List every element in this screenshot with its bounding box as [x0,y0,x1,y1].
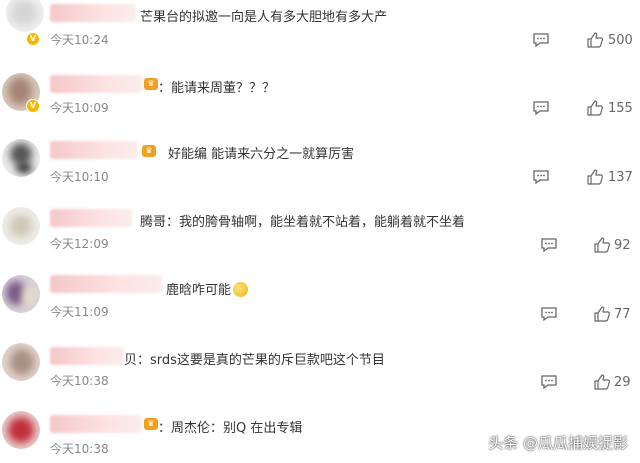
username[interactable] [50,347,124,365]
like-icon[interactable] [586,31,604,49]
reply-icon[interactable] [532,100,550,116]
comment-item: V ♛ ：能请来周董？？？ 今天10:09 155 [0,65,640,133]
reply-icon[interactable] [532,32,550,48]
reply-icon[interactable] [532,169,550,185]
like-icon[interactable] [593,305,611,323]
username[interactable] [50,275,162,293]
username[interactable] [50,4,136,22]
like-icon[interactable] [586,99,604,117]
comment-text: 腾哥：我的胯骨轴啊，能坐着就不站着，能躺着就不坐着 [140,215,466,230]
level-badge-icon: ♛ [144,418,158,430]
username[interactable] [50,141,138,159]
reply-icon[interactable] [540,237,558,253]
comment-item: 鹿晗咋可能 今天11:09 77 [0,267,640,335]
comment-item: 腾哥：我的胯骨轴啊，能坐着就不站着，能躺着就不坐着 今天12:09 92 [0,201,640,267]
verified-badge-icon: V [26,99,40,113]
like-icon[interactable] [593,236,611,254]
comment-time: 今天10:09 [50,101,109,115]
like-count: 29 [614,375,631,390]
watermark: 头条 @瓜瓜捕娱捉影 [488,434,628,452]
level-badge-icon: ♛ [144,78,158,90]
like-count: 500 [608,33,633,48]
avatar[interactable] [2,343,40,381]
comment-item: V 芒果台的拟邀一向是人有多大胆地有多大产 今天10:24 500 [0,0,640,65]
comment-text: ：周杰伦：别Q 在出专辑 [158,421,303,436]
comment-text: ：能请来周董？？？ [158,81,276,96]
comment-text-content: 鹿晗咋可能 [166,283,232,298]
comment-item: 贝：srds这要是真的芒果的斥巨款吧这个节目 今天10:38 29 [0,335,640,403]
verified-badge-icon: V [26,32,40,46]
avatar[interactable] [2,139,40,177]
comment-time: 今天10:38 [50,442,109,456]
username[interactable] [50,75,142,93]
like-icon[interactable] [586,168,604,186]
comment-text: 贝：srds这要是真的芒果的斥巨款吧这个节目 [124,353,385,368]
avatar[interactable] [2,275,40,313]
comment-time: 今天12:09 [50,237,109,251]
reply-icon[interactable] [540,306,558,322]
username[interactable] [50,209,132,227]
comment-text: 鹿晗咋可能 [166,279,249,298]
level-badge-icon: ♛ [142,145,156,157]
reply-icon[interactable] [540,374,558,390]
like-count: 155 [608,101,633,116]
avatar[interactable] [2,411,40,449]
emoji-icon [233,282,249,297]
username[interactable] [50,415,142,433]
comment-item: ♛ 好能编 能请来六分之一就算厉害 今天10:10 137 [0,133,640,201]
avatar[interactable] [6,0,44,32]
like-icon[interactable] [593,373,611,391]
like-count: 137 [608,170,633,185]
comment-time: 今天10:24 [50,33,109,47]
comment-time: 今天10:10 [50,170,109,184]
comment-text: 芒果台的拟邀一向是人有多大胆地有多大产 [140,10,388,25]
comment-text: 好能编 能请来六分之一就算厉害 [168,147,355,162]
like-count: 77 [614,307,631,322]
avatar[interactable] [2,207,40,245]
comment-time: 今天10:38 [50,374,109,388]
comment-time: 今天11:09 [50,305,109,319]
like-count: 92 [614,238,631,253]
